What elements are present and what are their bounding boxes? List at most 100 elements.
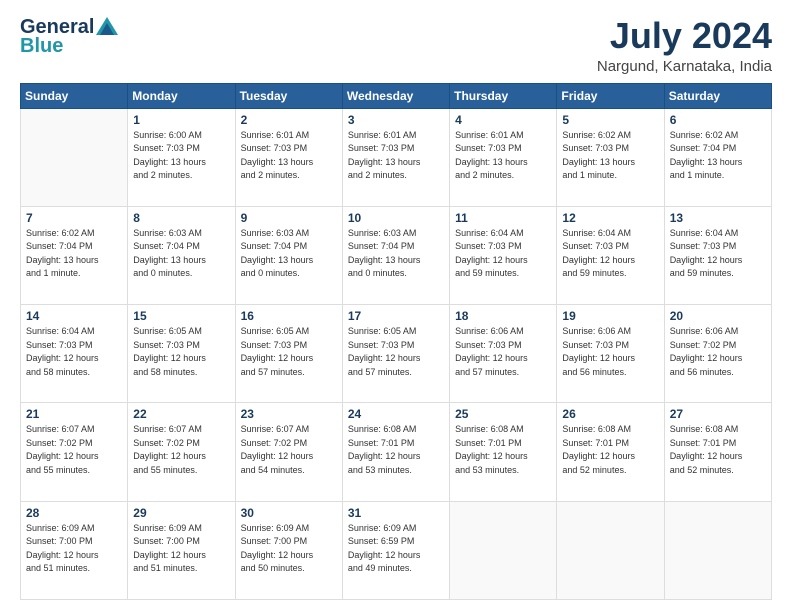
day-info-line: Sunset: 7:04 PM xyxy=(670,142,766,156)
day-info-line: Sunrise: 6:01 AM xyxy=(455,129,551,143)
day-number: 20 xyxy=(670,309,766,323)
day-info-line: Daylight: 13 hours xyxy=(133,254,229,268)
day-info-line: Daylight: 12 hours xyxy=(562,254,658,268)
day-info-line: Sunset: 7:03 PM xyxy=(455,339,551,353)
day-info-line: Sunrise: 6:05 AM xyxy=(133,325,229,339)
day-info-line: Daylight: 12 hours xyxy=(26,352,122,366)
day-info-line: Sunrise: 6:09 AM xyxy=(133,522,229,536)
day-info-line: and 52 minutes. xyxy=(670,464,766,478)
day-info-line: and 52 minutes. xyxy=(562,464,658,478)
calendar-cell: 20 Sunrise: 6:06 AMSunset: 7:02 PMDayligh… xyxy=(664,305,771,403)
day-info-line: and 56 minutes. xyxy=(562,366,658,380)
day-info-line: Sunset: 7:03 PM xyxy=(455,240,551,254)
day-info-line: Sunset: 7:03 PM xyxy=(133,339,229,353)
calendar-cell xyxy=(664,501,771,599)
day-info-line: Daylight: 12 hours xyxy=(241,450,337,464)
day-info-line: and 57 minutes. xyxy=(455,366,551,380)
calendar-cell: 19Sunrise: 6:06 AMSunset: 7:03 PMDayligh… xyxy=(557,305,664,403)
day-info-line: Daylight: 12 hours xyxy=(26,450,122,464)
day-info-line: Sunset: 7:03 PM xyxy=(670,240,766,254)
day-info-line: Sunset: 7:03 PM xyxy=(562,240,658,254)
day-info-line: and 2 minutes. xyxy=(133,169,229,183)
day-info-line: Daylight: 12 hours xyxy=(455,450,551,464)
calendar-cell xyxy=(450,501,557,599)
day-info-line: Sunrise: 6:02 AM xyxy=(562,129,658,143)
day-info-line: and 57 minutes. xyxy=(241,366,337,380)
day-info-line: Daylight: 12 hours xyxy=(455,254,551,268)
day-info-line: and 54 minutes. xyxy=(241,464,337,478)
day-info-line: and 55 minutes. xyxy=(26,464,122,478)
calendar-cell: 18Sunrise: 6:06 AMSunset: 7:03 PMDayligh… xyxy=(450,305,557,403)
day-info-line: and 2 minutes. xyxy=(241,169,337,183)
day-info-line: and 59 minutes. xyxy=(455,267,551,281)
col-wednesday: Wednesday xyxy=(342,83,449,108)
day-info-line: and 59 minutes. xyxy=(562,267,658,281)
day-number: 12 xyxy=(562,211,658,225)
day-info-line: Sunrise: 6:05 AM xyxy=(348,325,444,339)
day-info-line: Sunset: 7:01 PM xyxy=(455,437,551,451)
day-info-line: Sunrise: 6:09 AM xyxy=(26,522,122,536)
day-info-line: and 1 minute. xyxy=(562,169,658,183)
day-number: 17 xyxy=(348,309,444,323)
calendar-week-row: 28Sunrise: 6:09 AMSunset: 7:00 PMDayligh… xyxy=(21,501,772,599)
calendar-cell: 5Sunrise: 6:02 AMSunset: 7:03 PMDaylight… xyxy=(557,108,664,206)
calendar-cell: 27Sunrise: 6:08 AMSunset: 7:01 PMDayligh… xyxy=(664,403,771,501)
logo: General Blue xyxy=(20,16,118,58)
day-number: 2 xyxy=(241,113,337,127)
day-info-line: Sunset: 7:02 PM xyxy=(670,339,766,353)
day-info-line: Sunset: 7:04 PM xyxy=(348,240,444,254)
day-info-line: Sunset: 7:03 PM xyxy=(241,339,337,353)
calendar-cell: 2Sunrise: 6:01 AMSunset: 7:03 PMDaylight… xyxy=(235,108,342,206)
calendar-cell: 17Sunrise: 6:05 AMSunset: 7:03 PMDayligh… xyxy=(342,305,449,403)
day-info-line: Sunset: 7:02 PM xyxy=(26,437,122,451)
col-thursday: Thursday xyxy=(450,83,557,108)
day-info-line: Sunrise: 6:09 AM xyxy=(241,522,337,536)
day-info-line: Sunrise: 6:06 AM xyxy=(562,325,658,339)
day-info-line: Daylight: 12 hours xyxy=(133,352,229,366)
calendar-cell: 4Sunrise: 6:01 AMSunset: 7:03 PMDaylight… xyxy=(450,108,557,206)
day-number: 24 xyxy=(348,407,444,421)
day-number: 30 xyxy=(241,506,337,520)
day-info-line: Daylight: 13 hours xyxy=(133,156,229,170)
day-number: 25 xyxy=(455,407,551,421)
day-info-line: and 55 minutes. xyxy=(133,464,229,478)
day-info-line: Daylight: 12 hours xyxy=(348,352,444,366)
day-info-line: and 51 minutes. xyxy=(133,562,229,576)
calendar-week-row: 14Sunrise: 6:04 AMSunset: 7:03 PMDayligh… xyxy=(21,305,772,403)
day-number: 1 xyxy=(133,113,229,127)
location-subtitle: Nargund, Karnataka, India xyxy=(597,58,772,75)
col-tuesday: Tuesday xyxy=(235,83,342,108)
day-info-line: Daylight: 13 hours xyxy=(348,156,444,170)
day-info-line: Sunset: 7:01 PM xyxy=(562,437,658,451)
day-info-line: and 56 minutes. xyxy=(670,366,766,380)
title-block: July 2024 Nargund, Karnataka, India xyxy=(597,16,772,75)
calendar-cell: 10Sunrise: 6:03 AMSunset: 7:04 PMDayligh… xyxy=(342,206,449,304)
calendar-cell: 11Sunrise: 6:04 AMSunset: 7:03 PMDayligh… xyxy=(450,206,557,304)
day-info-line: Daylight: 12 hours xyxy=(670,352,766,366)
day-info-line: Sunrise: 6:04 AM xyxy=(670,227,766,241)
day-number: 28 xyxy=(26,506,122,520)
day-info-line: Sunset: 7:00 PM xyxy=(241,535,337,549)
day-info-line: Daylight: 13 hours xyxy=(241,156,337,170)
day-info-line: Sunset: 7:01 PM xyxy=(348,437,444,451)
day-info-line: Sunrise: 6:02 AM xyxy=(670,129,766,143)
calendar-cell xyxy=(557,501,664,599)
page-header: General Blue July 2024 Nargund, Karnatak… xyxy=(20,16,772,75)
calendar-cell: 6Sunrise: 6:02 AMSunset: 7:04 PMDaylight… xyxy=(664,108,771,206)
day-info-line: and 0 minutes. xyxy=(133,267,229,281)
day-info-line: Sunrise: 6:06 AM xyxy=(670,325,766,339)
day-info-line: and 58 minutes. xyxy=(133,366,229,380)
day-info-line: Sunrise: 6:04 AM xyxy=(562,227,658,241)
day-number: 7 xyxy=(26,211,122,225)
day-info-line: Sunset: 7:03 PM xyxy=(562,142,658,156)
day-info-line: and 59 minutes. xyxy=(670,267,766,281)
day-info-line: Sunset: 7:03 PM xyxy=(562,339,658,353)
day-info-line: Daylight: 13 hours xyxy=(348,254,444,268)
day-info-line: Daylight: 12 hours xyxy=(670,450,766,464)
day-info-line: and 51 minutes. xyxy=(26,562,122,576)
day-info-line: Sunset: 7:04 PM xyxy=(241,240,337,254)
day-info-line: and 57 minutes. xyxy=(348,366,444,380)
calendar-cell: 15Sunrise: 6:05 AMSunset: 7:03 PMDayligh… xyxy=(128,305,235,403)
day-info-line: Daylight: 12 hours xyxy=(348,549,444,563)
day-info-line: Sunset: 7:03 PM xyxy=(26,339,122,353)
